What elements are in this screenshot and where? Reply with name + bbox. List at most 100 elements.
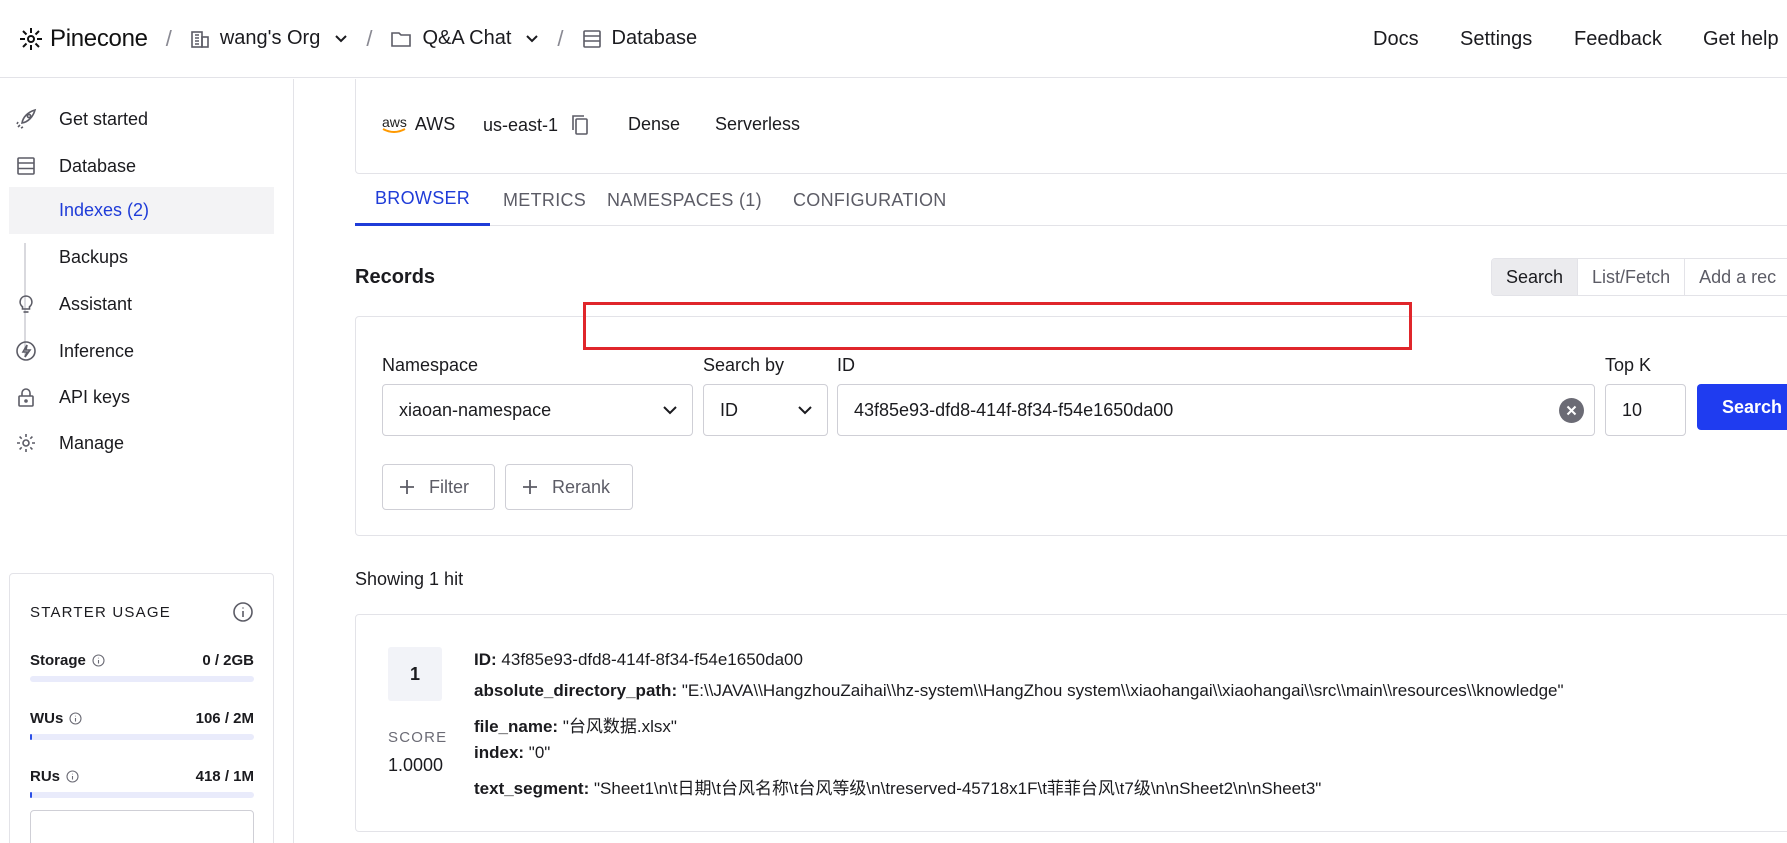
sidebar: Get started Database Indexes (2) Backups… — [0, 79, 294, 843]
rerank-label: Rerank — [552, 476, 611, 497]
search-by-select[interactable]: ID — [703, 384, 828, 436]
breadcrumb-separator: / — [557, 25, 564, 51]
plus-icon — [400, 480, 414, 494]
main-content: aws AWS us-east-1 Dense Serverless BROWS… — [295, 79, 1787, 843]
field-value: 43f85e93-dfd8-414f-8f34-f54e1650da00 — [501, 650, 803, 669]
field-value: "0" — [528, 743, 551, 762]
section-name: Database — [611, 27, 698, 49]
mode-search[interactable]: Search — [1492, 259, 1579, 295]
search-by-value: ID — [720, 399, 738, 420]
usage-value: 106 / 2M — [195, 710, 254, 727]
usage-title: STARTER USAGE — [30, 604, 171, 621]
sidebar-item-label: Get started — [59, 108, 149, 129]
namespace-select[interactable]: xiaoan-namespace — [382, 384, 693, 436]
result-rank: 1 — [388, 647, 442, 701]
field-key: file_name: — [474, 717, 559, 736]
id-input[interactable]: 43f85e93-dfd8-414f-8f34-f54e1650da00 — [837, 384, 1595, 436]
sidebar-item-get-started[interactable]: Get started — [0, 99, 294, 139]
rerank-button[interactable]: Rerank — [505, 464, 633, 510]
sidebar-item-assistant[interactable]: Assistant — [0, 284, 294, 324]
sidebar-item-label: Backups — [59, 247, 129, 267]
breadcrumb-org[interactable]: wang's Org — [190, 27, 349, 50]
mode-add-record[interactable]: Add a rec — [1685, 259, 1787, 295]
sidebar-item-manage[interactable]: Manage — [0, 423, 294, 463]
lock-icon — [18, 388, 34, 407]
bolt-icon — [16, 341, 36, 361]
usage-value: 418 / 1M — [195, 768, 254, 785]
copy-icon[interactable] — [570, 114, 590, 136]
top-k-label: Top K — [1605, 355, 1652, 375]
sidebar-item-backups[interactable]: Backups — [9, 234, 274, 281]
usage-name: WUs — [30, 710, 64, 727]
clear-icon[interactable] — [1559, 398, 1584, 423]
sidebar-item-label: Manage — [59, 432, 125, 453]
namespace-label: Namespace — [382, 355, 479, 375]
highlight-box — [583, 302, 1412, 350]
info-icon[interactable] — [66, 770, 79, 783]
record-text-line: text_segment: "Sheet1\n\t日期\t台风名称\t台风等级\… — [474, 774, 1321, 799]
folder-icon — [391, 31, 412, 47]
usage-row-storage: Storage 0 / 2GB — [30, 652, 254, 682]
region-value: us-east-1 — [483, 114, 590, 136]
breadcrumb-project[interactable]: Q&A Chat — [390, 27, 539, 50]
lightbulb-icon — [19, 295, 33, 313]
field-key: absolute_directory_path: — [474, 681, 678, 700]
usage-bar-fill — [30, 792, 33, 798]
namespace-value: xiaoan-namespace — [399, 399, 552, 420]
info-icon[interactable] — [69, 712, 82, 725]
org-name: wang's Org — [219, 27, 321, 49]
mode-list-fetch[interactable]: List/Fetch — [1578, 259, 1686, 295]
info-icon[interactable] — [232, 601, 254, 623]
sidebar-item-inference[interactable]: Inference — [0, 331, 294, 371]
id-input-value: 43f85e93-dfd8-414f-8f34-f54e1650da00 — [854, 399, 1174, 420]
field-key: text_segment: — [474, 779, 590, 798]
pinecone-logo[interactable]: Pinecone — [18, 25, 148, 53]
index-info-card: aws AWS us-east-1 Dense Serverless — [355, 79, 1787, 174]
type-value: Dense — [628, 114, 681, 134]
sidebar-item-label: Inference — [59, 340, 135, 361]
chevron-down-icon — [798, 406, 812, 415]
pinecone-icon — [20, 27, 42, 50]
sidebar-item-database[interactable]: Database — [0, 146, 294, 186]
breadcrumb-section[interactable]: Database — [582, 27, 698, 50]
usage-row-wus: WUs 106 / 2M — [30, 710, 254, 740]
database-icon — [582, 29, 601, 48]
field-value: "Sheet1\n\t日期\t台风名称\t台风等级\n\treserved-45… — [594, 779, 1322, 798]
get-help-link[interactable]: Get help — [1703, 0, 1779, 78]
tab-metrics[interactable]: METRICS — [503, 174, 586, 226]
filter-button[interactable]: Filter — [382, 464, 495, 510]
chevron-down-icon — [335, 34, 348, 42]
upgrade-button[interactable] — [30, 810, 254, 843]
usage-value: 0 / 2GB — [202, 652, 254, 669]
record-path-line: absolute_directory_path: "E:\\JAVA\\Hang… — [474, 681, 1564, 701]
field-value: "台风数据.xlsx" — [562, 717, 677, 736]
capacity-mode-value: Serverless — [715, 114, 801, 134]
cloud-value: aws AWS — [382, 113, 456, 134]
building-icon — [191, 30, 209, 48]
results-count: Showing 1 hit — [355, 569, 464, 589]
filter-label: Filter — [429, 476, 469, 497]
feedback-link[interactable]: Feedback — [1574, 0, 1662, 78]
records-title: Records — [355, 266, 436, 288]
sidebar-item-label: Assistant — [59, 293, 133, 314]
settings-link[interactable]: Settings — [1460, 0, 1532, 78]
search-button[interactable]: Search — [1697, 384, 1787, 430]
rocket-icon — [16, 108, 37, 129]
sidebar-item-indexes[interactable]: Indexes (2) — [9, 187, 274, 234]
score-label: SCORE — [388, 729, 448, 746]
tab-namespaces[interactable]: NAMESPACES (1) — [607, 174, 762, 226]
tab-browser[interactable]: BROWSER — [355, 174, 491, 226]
docs-link[interactable]: Docs — [1373, 0, 1419, 78]
plus-icon — [523, 480, 537, 494]
aws-logo: aws — [382, 113, 407, 133]
info-icon[interactable] — [92, 654, 105, 667]
chevron-down-icon — [526, 34, 539, 42]
top-bar: Pinecone / wang's Org / Q&A Chat / Datab… — [0, 0, 1787, 78]
index-tabs: BROWSER METRICS NAMESPACES (1) CONFIGURA… — [355, 174, 1787, 226]
field-key: ID: — [474, 650, 497, 669]
top-k-input[interactable]: 10 — [1605, 384, 1686, 436]
database-icon — [17, 157, 35, 175]
tab-configuration[interactable]: CONFIGURATION — [793, 174, 947, 226]
sidebar-item-api-keys[interactable]: API keys — [0, 377, 294, 417]
record-index-line: index: "0" — [474, 743, 550, 763]
